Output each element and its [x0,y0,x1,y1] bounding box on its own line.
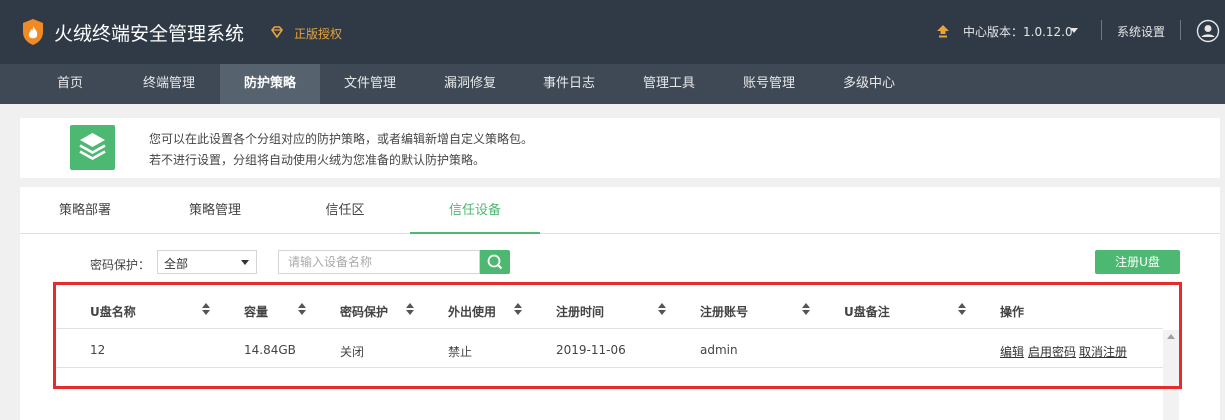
highlight-box [53,282,1182,389]
tab-policy-management[interactable]: 策略管理 [165,187,265,234]
info-text: 您可以在此设置各个分组对应的防护策略，或者编辑新增自定义策略包。 [149,132,534,146]
main-nav: 首页 终端管理 防护策略 文件管理 漏洞修复 事件日志 管理工具 账号管理 多级… [0,64,1225,104]
device-search-input[interactable] [278,250,480,274]
info-panel: 您可以在此设置各个分组对应的防护策略，或者编辑新增自定义策略包。 若不进行设置，… [20,118,1220,178]
caret-down-icon [241,260,249,265]
app-title: 火绒终端安全管理系统 [54,23,245,45]
tab-policy-deployment[interactable]: 策略部署 [35,187,135,234]
divider [1180,20,1181,40]
nav-account-management[interactable]: 账号管理 [721,64,817,104]
license-badge: 正版授权 [294,27,343,41]
nav-home[interactable]: 首页 [34,64,106,104]
search-icon [487,254,503,270]
version-dropdown[interactable]: 中心版本：1.0.12.0 [963,23,1073,40]
info-text: 若不进行设置，分组将自动使用火绒为您准备的默认防护策略。 [149,153,486,167]
upgrade-arrow-icon[interactable] [936,24,950,38]
register-usb-button[interactable]: 注册U盘 [1095,250,1180,274]
password-filter-label: 密码保护： [90,258,151,272]
tab-trusted-devices[interactable]: 信任设备 [410,187,540,234]
select-value: 全部 [164,257,189,271]
user-avatar-icon[interactable] [1196,19,1220,43]
nav-vulnerability-fix[interactable]: 漏洞修复 [422,64,518,104]
layers-icon [70,125,115,170]
nav-event-log[interactable]: 事件日志 [521,64,617,104]
nav-protection-policy[interactable]: 防护策略 [220,64,320,104]
diamond-icon [270,26,284,39]
nav-multilevel-center[interactable]: 多级中心 [821,64,917,104]
top-bar: 火绒终端安全管理系统 正版授权 中心版本：1.0.12.0 系统设置 [0,0,1225,64]
search-button[interactable] [480,250,510,274]
nav-terminal-management[interactable]: 终端管理 [121,64,217,104]
huorong-logo-icon [23,19,43,45]
tab-trust-zone[interactable]: 信任区 [295,187,395,234]
system-settings-link[interactable]: 系统设置 [1117,23,1165,40]
tab-bar: 策略部署 策略管理 信任区 信任设备 [20,187,1220,234]
divider [1101,20,1102,40]
password-filter-select[interactable]: 全部 [157,250,257,274]
nav-admin-tools[interactable]: 管理工具 [621,64,717,104]
nav-file-management[interactable]: 文件管理 [322,64,418,104]
chevron-down-icon[interactable] [1070,28,1078,33]
